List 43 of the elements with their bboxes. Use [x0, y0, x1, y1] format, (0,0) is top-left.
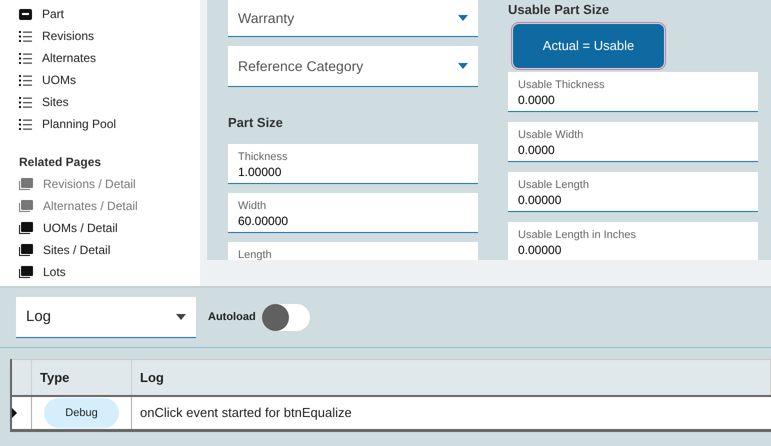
list-icon: [19, 118, 32, 130]
dropdown-arrow-icon: [176, 314, 186, 320]
autoload-label: Autoload: [208, 310, 256, 326]
dropdown-field[interactable]: Warranty: [228, 0, 478, 37]
column-header[interactable]: Log: [132, 360, 771, 395]
list-icon: [19, 52, 32, 64]
section-heading: Part Size: [228, 114, 284, 132]
pages-icon: [19, 222, 33, 234]
section-heading: Related Pages: [19, 154, 102, 171]
list-icon: [19, 30, 32, 42]
sidebar-item[interactable]: Alternates: [19, 47, 200, 69]
input-field[interactable]: Usable Length in Inches 0.00000: [508, 222, 758, 260]
related-page-link[interactable]: UOMs / Detail: [19, 217, 200, 239]
pages-icon: [19, 178, 33, 190]
list-icon: [19, 74, 32, 86]
log-dropdown[interactable]: Log: [16, 297, 196, 338]
column-header[interactable]: Type: [32, 360, 132, 395]
sidebar-item[interactable]: Sites: [19, 91, 200, 113]
actual-equals-usable-button[interactable]: Actual = Usable: [513, 24, 664, 68]
related-page-link[interactable]: Lots: [19, 261, 200, 283]
list-icon: [19, 96, 32, 108]
type-badge: Debug: [44, 398, 119, 428]
dropdown-arrow-icon: [458, 15, 468, 21]
pages-icon: [19, 200, 33, 212]
table-cell-text: onClick event started for btnEqualize: [139, 404, 353, 422]
input-field[interactable]: Width 60.00000: [228, 192, 478, 232]
autoload-toggle[interactable]: [262, 304, 310, 331]
input-field[interactable]: Usable Width 0.0000: [508, 122, 758, 162]
section-heading: Usable Part Size: [508, 1, 610, 19]
dropdown-field[interactable]: Reference Category: [228, 46, 478, 87]
form-icon: [19, 8, 32, 20]
sidebar-item[interactable]: Revisions: [19, 25, 200, 47]
input-field[interactable]: Thickness 1.00000: [228, 144, 478, 184]
input-field[interactable]: Usable Length 0.00000: [508, 172, 758, 212]
input-field[interactable]: Usable Thickness 0.0000: [508, 72, 758, 112]
pages-icon: [19, 244, 33, 256]
related-page-link[interactable]: Sites / Detail: [19, 239, 200, 261]
sidebar-item[interactable]: Part: [19, 3, 200, 25]
sidebar-item[interactable]: Planning Pool: [19, 113, 200, 135]
dropdown-arrow-icon: [458, 63, 468, 69]
pages-icon: [19, 266, 33, 278]
input-field[interactable]: Length: [228, 242, 478, 260]
sidebar-item[interactable]: UOMs: [19, 69, 200, 91]
